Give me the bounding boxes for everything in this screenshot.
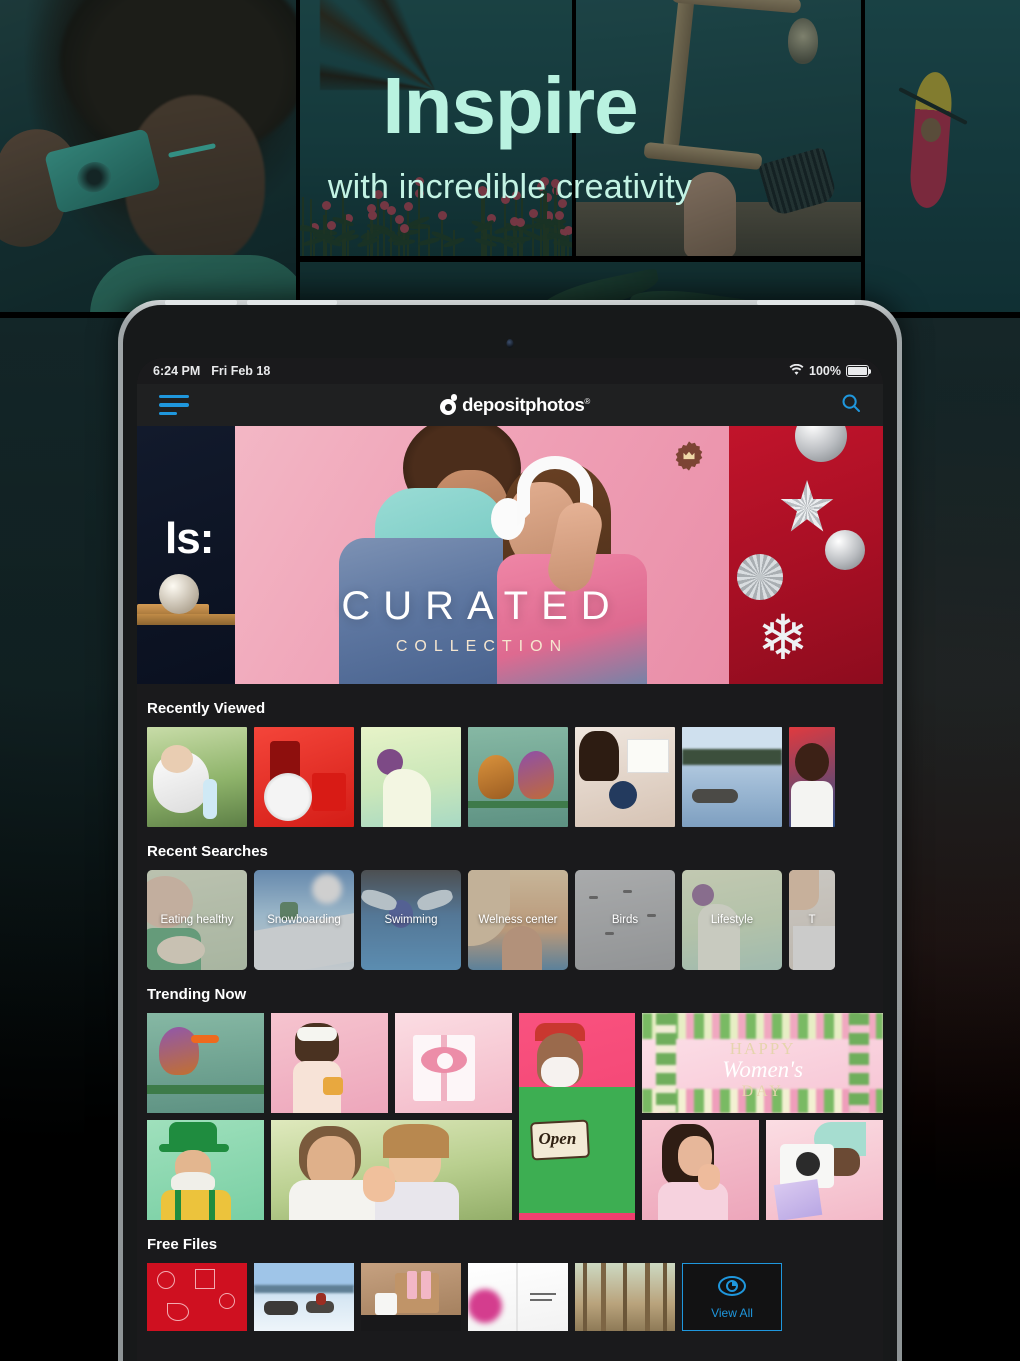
section-recently-viewed: Recently Viewed <box>137 684 883 827</box>
hero-carousel[interactable]: ls: CURATED COLLECTION ❄ <box>137 426 883 684</box>
search-chip[interactable]: Eating healthy <box>147 870 247 970</box>
grid-item[interactable] <box>766 1120 883 1220</box>
status-time: 6:24 PM <box>153 364 200 378</box>
snowflake-icon: ❄ <box>757 608 809 670</box>
logo-text: depositphotos® <box>462 394 590 416</box>
grid-item[interactable]: HAPPY Women's DAY <box>642 1013 883 1113</box>
list-item[interactable] <box>682 727 782 827</box>
tablet-device-frame: 6:24 PM Fri Feb 18 100% depositphotos® l… <box>118 300 902 1361</box>
grid-item[interactable] <box>147 1013 264 1113</box>
list-item[interactable] <box>147 1263 247 1331</box>
section-title-recently-viewed: Recently Viewed <box>137 700 883 727</box>
search-chip-label: Snowboarding <box>263 914 345 926</box>
search-chip[interactable]: Lifestyle <box>682 870 782 970</box>
app-content: Recently Viewed Recent Searches Eating h… <box>137 684 883 1331</box>
search-chip-label: Welness center <box>474 914 561 926</box>
list-item[interactable] <box>789 727 835 827</box>
eye-icon <box>717 1275 747 1302</box>
decorative-ornament <box>825 530 865 570</box>
search-chip-label: Lifestyle <box>707 914 757 926</box>
search-chip-label: Eating healthy <box>157 914 238 926</box>
list-item[interactable] <box>147 727 247 827</box>
decorative-disco-ball <box>737 554 783 600</box>
tablet-bezel: 6:24 PM Fri Feb 18 100% depositphotos® l… <box>123 305 897 1361</box>
speaker-grille <box>757 300 855 305</box>
app-logo[interactable]: depositphotos® <box>440 394 590 416</box>
grid-item[interactable] <box>395 1013 512 1113</box>
decorative-shelf <box>137 614 235 625</box>
app-header: depositphotos® <box>137 384 883 426</box>
promo-headline-block: Inspire with incredible creativity <box>0 66 1020 207</box>
grid-item[interactable] <box>642 1120 759 1220</box>
view-all-button[interactable]: View All <box>682 1263 782 1331</box>
wifi-icon <box>789 364 804 379</box>
grid-item[interactable]: Open <box>519 1013 636 1220</box>
section-free-files: Free Files View All <box>137 1220 883 1331</box>
promo-subheadline: with incredible creativity <box>0 168 1020 207</box>
search-chip[interactable]: T <box>789 870 835 970</box>
free-files-row[interactable]: View All <box>137 1263 883 1331</box>
decorative-sphere <box>159 574 199 614</box>
grid-item[interactable] <box>147 1120 264 1220</box>
battery-percent: 100% <box>809 364 841 378</box>
list-item[interactable] <box>575 1263 675 1331</box>
list-item[interactable] <box>254 1263 354 1331</box>
crown-badge-icon <box>673 440 705 472</box>
view-all-label: View All <box>711 1306 753 1320</box>
logo-trademark: ® <box>584 397 590 406</box>
recent-searches-row[interactable]: Eating healthy Snowboarding Swimming Wel… <box>137 870 883 970</box>
list-item[interactable] <box>254 727 354 827</box>
screenshot-root: Inspire with incredible creativity 6:24 … <box>0 0 1020 1361</box>
search-icon[interactable] <box>841 393 861 418</box>
depositphotos-drop-icon <box>440 395 456 415</box>
list-item[interactable] <box>361 727 461 827</box>
search-chip-label: T <box>804 914 819 926</box>
status-date: Fri Feb 18 <box>211 364 270 378</box>
grid-item[interactable] <box>271 1120 512 1220</box>
collage-seam <box>300 256 861 262</box>
grid-item[interactable] <box>271 1013 388 1113</box>
trending-grid[interactable]: Open HAPPY Women's DAY <box>137 1013 883 1220</box>
section-title-trending-now: Trending Now <box>137 986 883 1013</box>
status-bar: 6:24 PM Fri Feb 18 100% <box>137 358 883 384</box>
tablet-screen: 6:24 PM Fri Feb 18 100% depositphotos® l… <box>137 358 883 1361</box>
hero-slide-active[interactable]: CURATED COLLECTION <box>235 426 729 684</box>
list-item[interactable] <box>361 1263 461 1331</box>
section-title-free-files: Free Files <box>137 1236 883 1263</box>
hero-subtitle: COLLECTION <box>235 638 729 656</box>
list-item[interactable] <box>468 1263 568 1331</box>
search-chip[interactable]: Birds <box>575 870 675 970</box>
hero-title: CURATED <box>235 584 729 629</box>
decorative-ornament <box>795 426 847 462</box>
hero-prev-text: ls: <box>165 514 213 564</box>
search-chip-label: Swimming <box>380 914 441 926</box>
search-chip[interactable]: Snowboarding <box>254 870 354 970</box>
section-trending-now: Trending Now Open HAPPY Women's DAY <box>137 970 883 1220</box>
search-chip[interactable]: Welness center <box>468 870 568 970</box>
hamburger-menu-icon[interactable] <box>159 395 189 415</box>
speaker-grille <box>247 300 337 305</box>
hero-slide-next[interactable]: ❄ <box>729 426 883 684</box>
promo-headline: Inspire <box>0 66 1020 146</box>
section-title-recent-searches: Recent Searches <box>137 843 883 870</box>
list-item[interactable] <box>575 727 675 827</box>
section-recent-searches: Recent Searches Eating healthy Snowboard… <box>137 827 883 970</box>
list-item[interactable] <box>468 727 568 827</box>
front-camera-icon <box>507 339 514 348</box>
search-chip[interactable]: Swimming <box>361 870 461 970</box>
hero-slide-previous[interactable]: ls: <box>137 426 235 684</box>
speaker-grille <box>165 300 237 305</box>
battery-full-icon <box>846 365 869 377</box>
decorative-star-bow <box>779 480 835 536</box>
search-chip-label: Birds <box>608 914 642 926</box>
recently-viewed-row[interactable] <box>137 727 883 827</box>
